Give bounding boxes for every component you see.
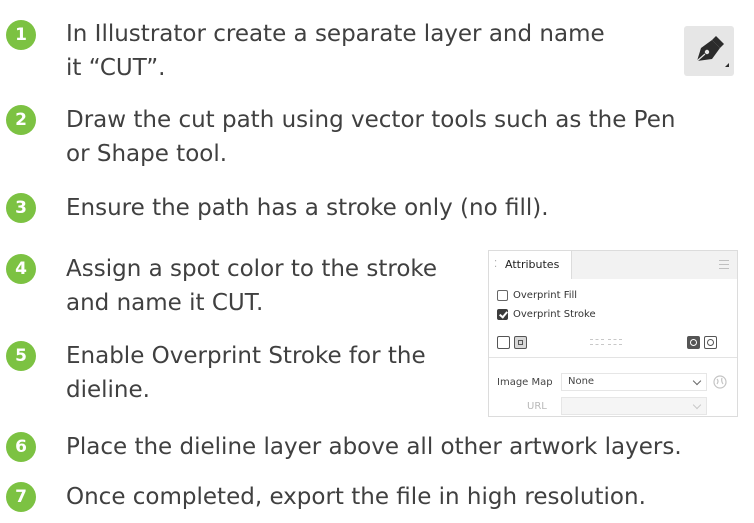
panel-menu-icon[interactable]: [719, 260, 729, 269]
url-field[interactable]: [561, 397, 707, 415]
step-number: 6: [6, 432, 36, 462]
reverse-path-icon: [590, 337, 604, 347]
reverse-path-alt-icon: [608, 337, 622, 347]
hide-center-button[interactable]: [497, 336, 510, 349]
step-text-line: dieline.: [66, 377, 150, 403]
nonzero-fill-rule-button[interactable]: [687, 336, 700, 349]
step-text-line: Assign a spot color to the stroke: [66, 256, 438, 282]
browser-globe-icon[interactable]: [713, 375, 727, 389]
chevron-down-icon: [692, 376, 702, 386]
step-text-line: Place the dieline layer above all other …: [66, 434, 682, 460]
step-number: 3: [6, 193, 36, 223]
step-text-line: Draw the cut path using vector tools suc…: [66, 107, 676, 133]
evenodd-fill-rule-button[interactable]: [704, 336, 717, 349]
chevron-down-icon: [692, 400, 702, 410]
tab-attributes[interactable]: ⁚ Attributes: [489, 251, 572, 279]
divider: [489, 357, 737, 358]
step-number: 5: [6, 341, 36, 371]
tab-label: Attributes: [505, 258, 560, 271]
step-text-line: Once completed, export the file in high …: [66, 484, 646, 510]
panel-body: Overprint Fill Overprint Stroke Image Ma…: [489, 279, 737, 416]
step-number: 7: [6, 482, 36, 512]
step-text-line: and name it CUT.: [66, 290, 264, 316]
step-text-line: or Shape tool.: [66, 141, 228, 167]
overprint-stroke-checkbox[interactable]: [497, 309, 508, 320]
step-text-line: Ensure the path has a stroke only (no fi…: [66, 195, 549, 221]
image-map-value: None: [568, 376, 595, 387]
overprint-fill-checkbox[interactable]: [497, 290, 508, 301]
overprint-fill-label: Overprint Fill: [513, 290, 578, 301]
attributes-panel: ⁚ Attributes Overprint Fill Overprint St…: [488, 250, 738, 417]
step-text-line: Enable Overprint Stroke for the: [66, 343, 426, 369]
grip-icon: ⁚: [494, 259, 498, 270]
image-map-select[interactable]: None: [561, 373, 707, 391]
step-number: 2: [6, 105, 36, 135]
show-center-button[interactable]: [514, 336, 527, 349]
step-text-line: it “CUT”.: [66, 55, 166, 81]
url-label: URL: [527, 401, 547, 412]
pen-tool-button[interactable]: [684, 26, 734, 76]
overprint-stroke-label: Overprint Stroke: [513, 309, 596, 320]
step-number: 1: [6, 20, 36, 50]
pen-tool-icon: [696, 36, 729, 67]
step-text-line: In Illustrator create a separate layer a…: [66, 21, 605, 47]
image-map-label: Image Map: [497, 377, 553, 388]
step-number: 4: [6, 254, 36, 284]
